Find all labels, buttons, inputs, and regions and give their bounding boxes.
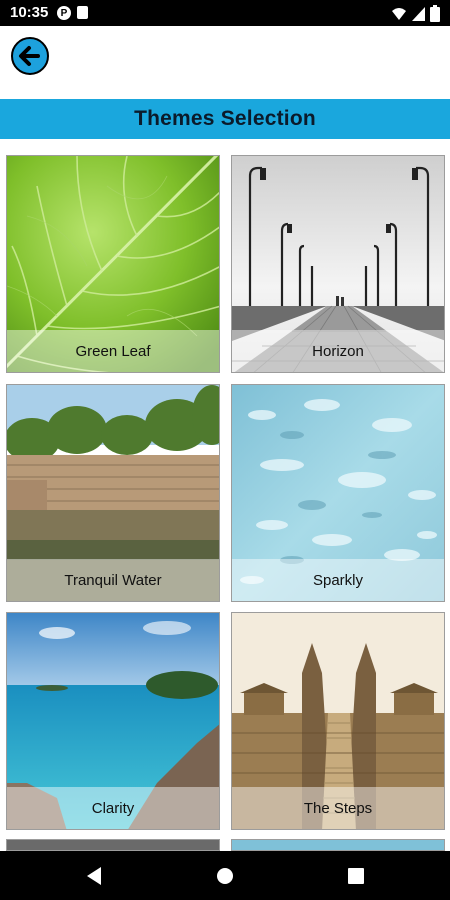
theme-label-strip: Sparkly [232,559,444,601]
status-time: 10:35 [10,4,49,21]
theme-label: Green Leaf [75,342,151,360]
back-arrow-icon [19,46,40,66]
page-title: Themes Selection [134,107,316,130]
theme-tile-the-steps[interactable]: The Steps [231,612,445,830]
status-right-icons [391,5,440,22]
battery-icon [430,5,440,22]
theme-label-strip: Horizon [232,330,444,372]
theme-label-strip: The Steps [232,787,444,829]
sd-card-icon [77,6,88,19]
theme-label: Clarity [91,799,135,817]
home-nav-icon[interactable] [216,867,234,885]
theme-label-strip: Tranquil Water [7,559,219,601]
recents-nav-icon[interactable] [348,868,364,884]
wifi-icon [392,7,406,20]
theme-label: Horizon [312,342,364,360]
theme-label-strip: Green Leaf [7,330,219,372]
theme-label-strip: Clarity [7,787,219,829]
theme-tile-next-row-left[interactable] [6,839,220,851]
app-bar [0,26,450,96]
theme-tile-tranquil-water[interactable]: Tranquil Water [6,384,220,602]
theme-label: The Steps [303,799,373,817]
navigation-bar [0,851,450,900]
theme-tile-clarity[interactable]: Clarity [6,612,220,830]
theme-label: Tranquil Water [64,571,162,589]
back-nav-icon[interactable] [85,866,103,886]
theme-tile-horizon[interactable]: Horizon [231,155,445,373]
back-button[interactable] [11,37,49,75]
status-bar: 10:35 P [0,0,450,26]
signal-icon [412,6,425,21]
notification-icons: P [57,6,88,20]
page-title-bar: Themes Selection [0,99,450,139]
theme-tile-next-row-right[interactable] [231,839,445,851]
theme-tile-sparkly[interactable]: Sparkly [231,384,445,602]
notification-badge-icon: P [57,6,71,20]
theme-label: Sparkly [312,571,364,589]
theme-tile-green-leaf[interactable]: Green Leaf [6,155,220,373]
